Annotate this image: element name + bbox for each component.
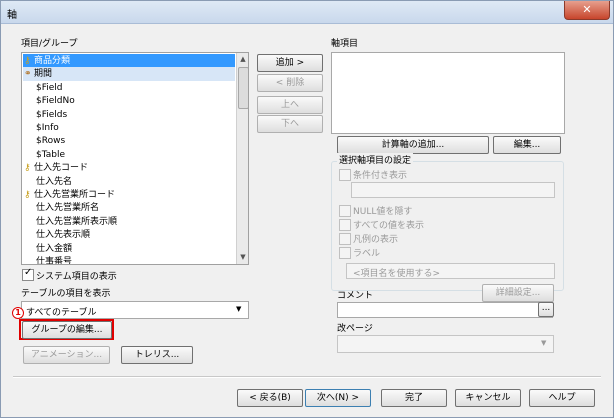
list-item[interactable]: 仕事番号: [23, 255, 235, 265]
edit-axis-button[interactable]: 編集...: [493, 136, 561, 154]
label-field[interactable]: <項目名を使用する>: [346, 263, 555, 279]
next-button[interactable]: 次へ(N) >: [305, 389, 371, 407]
edit-group-button[interactable]: グループの編集...: [22, 321, 112, 339]
show-table-items-label: テーブルの項目を表示: [21, 289, 111, 299]
key-icon: ⚷: [24, 190, 31, 200]
list-item-label: 仕入先コード: [34, 163, 89, 174]
animation-button[interactable]: アニメーション...: [23, 346, 110, 364]
detail-settings-button[interactable]: 詳細設定...: [482, 284, 554, 302]
table-select[interactable]: すべてのテーブル ▼: [21, 301, 249, 319]
axis-items-label: 軸項目: [331, 39, 359, 49]
show-legend-label: 凡例の表示: [353, 235, 399, 245]
list-item-label: $FieldNo: [36, 96, 75, 107]
group-icon: ⚭: [24, 69, 32, 80]
scroll-down-arrow-icon[interactable]: ▼: [237, 251, 248, 263]
list-item-label: 仕入先名: [36, 176, 73, 187]
axis-items-listbox[interactable]: [331, 52, 565, 134]
footer-separator: [13, 376, 601, 378]
show-all-values-checkbox[interactable]: [339, 219, 351, 231]
conditional-display-label: 条件付き表示: [353, 171, 408, 181]
list-item[interactable]: ⚷ 商品分類: [23, 54, 235, 68]
list-item[interactable]: ⚷ 仕入先営業所コード: [23, 188, 235, 202]
list-item[interactable]: 仕入先営業所名: [23, 201, 235, 215]
move-up-button[interactable]: 上へ: [257, 96, 323, 114]
add-calculated-axis-button[interactable]: 計算軸の追加...: [337, 136, 489, 154]
show-system-items-label: システム項目の表示: [36, 272, 117, 282]
key-icon: ⚷: [24, 56, 31, 66]
list-item[interactable]: $FieldNo: [23, 94, 235, 108]
list-item-label: 仕入先営業所名: [36, 203, 100, 214]
comment-label: コメント: [337, 291, 374, 301]
list-item-label: 仕入先営業所表示順: [36, 216, 118, 227]
show-system-items-checkbox[interactable]: [22, 267, 34, 281]
table-select-value: すべてのテーブル: [26, 308, 97, 318]
help-button[interactable]: ヘルプ: [529, 389, 595, 407]
list-item-label: $Fields: [36, 109, 68, 120]
key-icon: ⚷: [24, 163, 31, 174]
list-item-label: $Field: [36, 82, 63, 93]
list-item[interactable]: 仕入先表示順: [23, 228, 235, 242]
list-item-label: $Info: [36, 123, 59, 133]
cancel-button[interactable]: キャンセル: [455, 389, 521, 407]
finish-button[interactable]: 完了: [381, 389, 447, 407]
items-listbox[interactable]: ⚷ 商品分類 ⚭ 期間 $Field $FieldNo $Fields $Info $Rows $…: [21, 52, 249, 265]
page-break-select[interactable]: ▼: [337, 335, 554, 353]
chevron-down-icon: ▼: [541, 339, 547, 347]
selected-axis-settings-label: 選択軸項目の設定: [337, 153, 414, 166]
list-item[interactable]: 仕入金額: [23, 242, 235, 256]
window-title: 軸: [7, 10, 17, 21]
close-button[interactable]: ✕: [564, 1, 610, 20]
page-break-label: 改ページ: [337, 324, 373, 334]
move-down-button[interactable]: 下へ: [257, 115, 323, 133]
list-item-label: 仕入先表示順: [36, 230, 91, 241]
scroll-thumb[interactable]: [238, 67, 248, 109]
label-checkbox-label: ラベル: [353, 249, 381, 259]
list-item[interactable]: $Info: [23, 121, 235, 135]
list-item[interactable]: ⚷ 仕入先コード: [23, 161, 235, 175]
close-icon: ✕: [582, 3, 592, 16]
list-item[interactable]: 仕入先名: [23, 175, 235, 189]
label-checkbox[interactable]: [339, 247, 351, 259]
show-legend-checkbox[interactable]: [339, 233, 351, 245]
label-field-placeholder: <項目名を使用する>: [353, 269, 441, 279]
ellipsis-icon: ...: [541, 303, 551, 313]
list-item-label: 商品分類: [34, 56, 71, 66]
comment-field[interactable]: [337, 302, 553, 318]
show-all-values-label: すべての値を表示: [353, 221, 425, 231]
list-item-label: 仕事番号: [36, 257, 73, 265]
trellis-button[interactable]: トレリス...: [121, 346, 193, 364]
comment-expression-button[interactable]: ...: [538, 302, 554, 317]
axis-dialog: 軸 ✕ 項目/グループ ⚷ 商品分類 ⚭ 期間 $Field $FieldNo $Field…: [0, 0, 614, 418]
annotation-marker: 1: [12, 307, 24, 319]
back-button[interactable]: < 戻る(B): [237, 389, 303, 407]
title-bar: 軸 ✕: [1, 1, 613, 24]
list-item[interactable]: $Fields: [23, 108, 235, 122]
list-item[interactable]: 仕入先営業所表示順: [23, 215, 235, 229]
list-vertical-scrollbar[interactable]: ▲ ▼: [236, 53, 248, 264]
conditional-expression-field[interactable]: [351, 182, 555, 198]
list-item-label: 仕入先営業所コード: [34, 190, 116, 200]
list-item-label: $Table: [36, 149, 65, 160]
list-item-label: 仕入金額: [36, 243, 73, 254]
add-button[interactable]: 追加 >: [257, 54, 323, 72]
scroll-up-arrow-icon[interactable]: ▲: [237, 53, 248, 65]
chevron-down-icon: ▼: [236, 305, 242, 313]
conditional-display-checkbox[interactable]: [339, 169, 351, 181]
list-item[interactable]: $Rows: [23, 134, 235, 148]
list-item[interactable]: ⚭ 期間: [23, 67, 235, 82]
list-item-label: $Rows: [36, 136, 66, 147]
list-item-label: 期間: [34, 69, 53, 80]
remove-button[interactable]: < 削除: [257, 74, 323, 92]
hide-null-label: NULL値を隠す: [353, 207, 413, 217]
list-item[interactable]: $Field: [23, 81, 235, 95]
items-groups-label: 項目/グループ: [21, 39, 78, 49]
hide-null-checkbox[interactable]: [339, 205, 351, 217]
list-item[interactable]: $Table: [23, 148, 235, 162]
